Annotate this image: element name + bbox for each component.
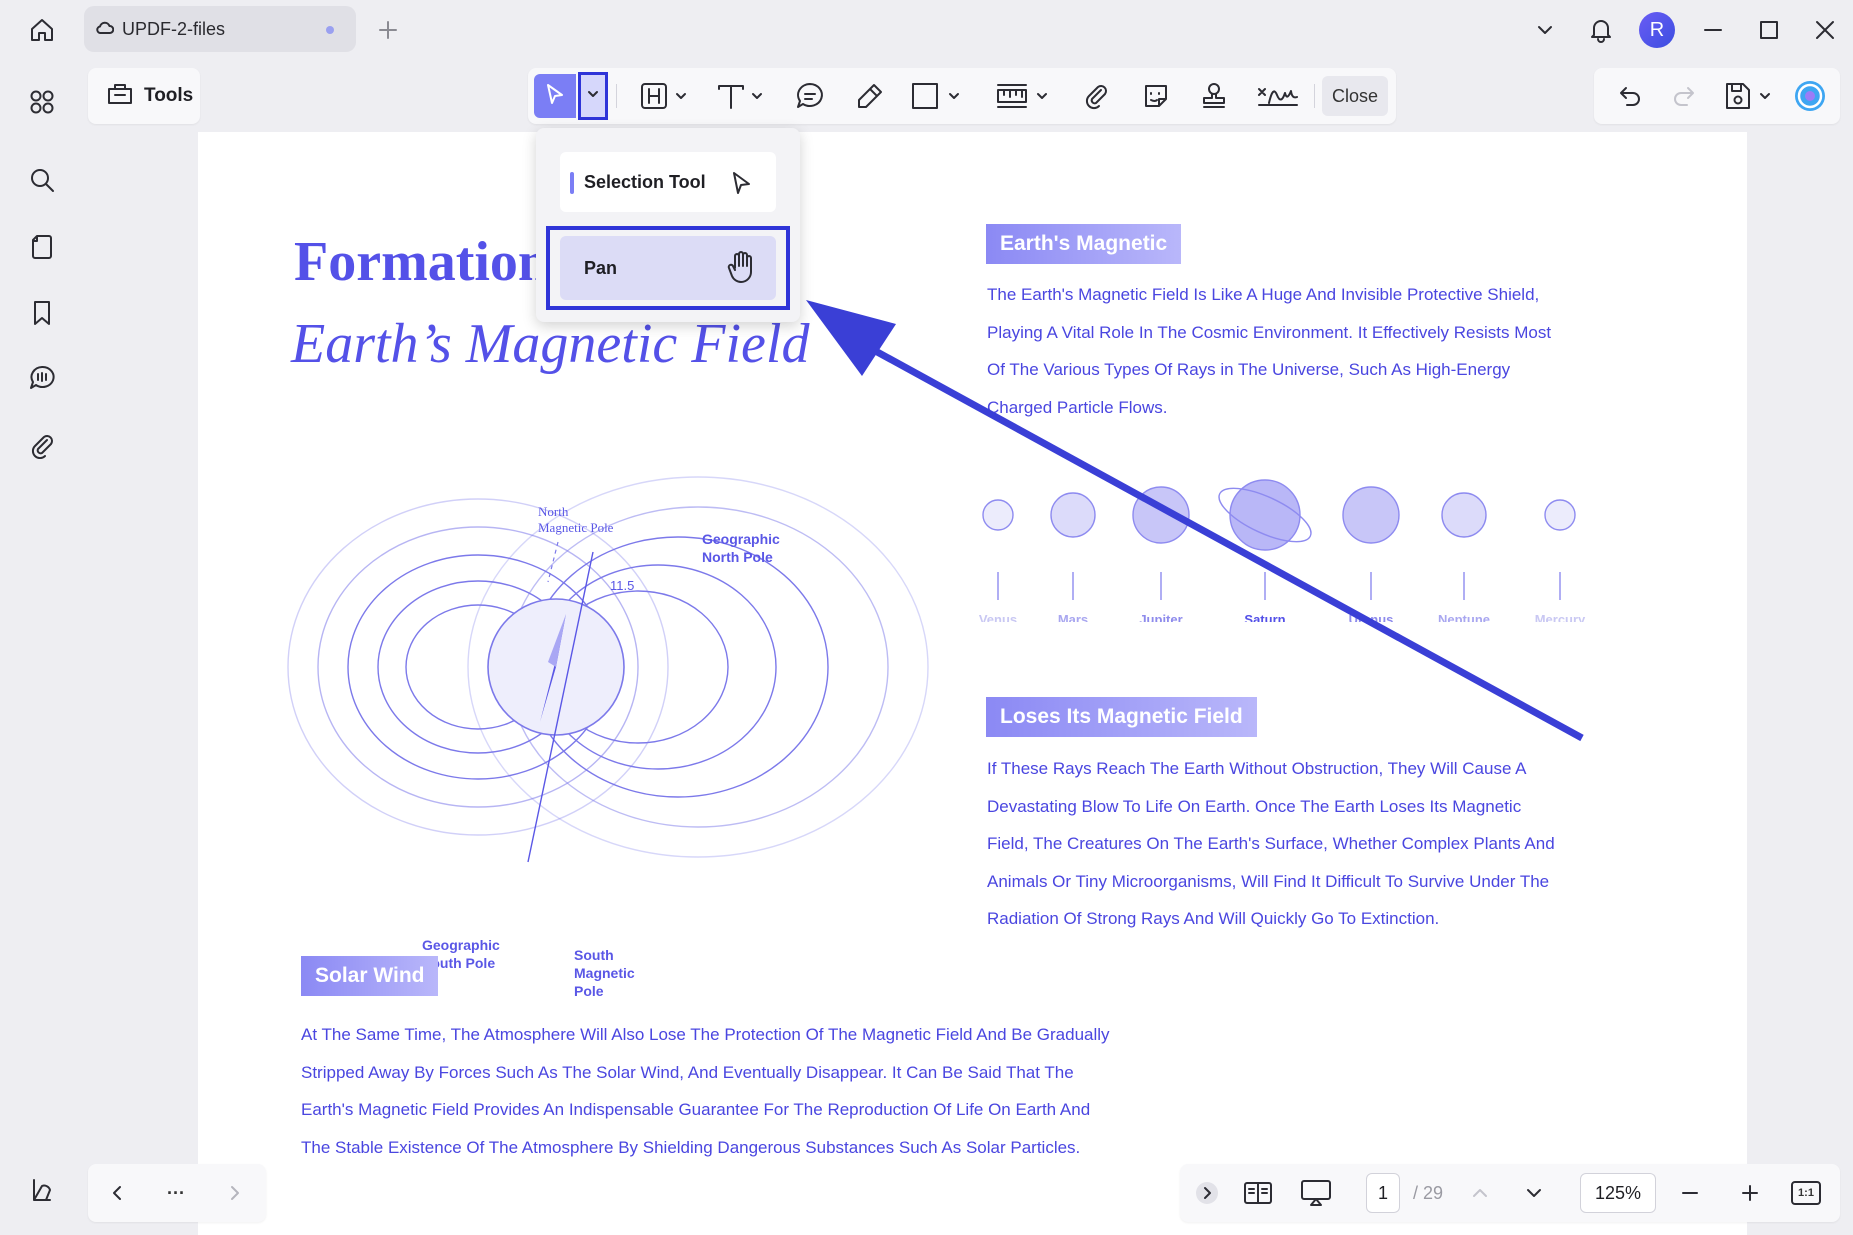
- more-options-button[interactable]: ···: [156, 1173, 196, 1213]
- right-toolbar: [1594, 68, 1840, 124]
- page-layout-icon[interactable]: [1236, 1173, 1280, 1213]
- menu-item-pan[interactable]: Pan: [560, 236, 776, 300]
- selection-tool-button[interactable]: [534, 74, 576, 118]
- cursor-arrow-icon: [728, 170, 754, 201]
- attach-tool-icon[interactable]: [1076, 76, 1116, 116]
- zoom-out-icon[interactable]: [1670, 1173, 1710, 1213]
- stamp-tool-icon[interactable]: [1194, 76, 1234, 116]
- magnetic-field-diagram: North Magnetic Pole Geographic North Pol…: [287, 476, 929, 999]
- svg-text:North Pole: North Pole: [702, 549, 773, 565]
- planet-label: Mercury: [1535, 612, 1586, 622]
- toolbox-icon: [106, 80, 134, 112]
- planet-label: Uranus: [1349, 612, 1394, 622]
- chevron-down-icon[interactable]: [1517, 0, 1573, 60]
- title-bar: UPDF-2-files R: [0, 0, 1853, 60]
- apps-grid-icon[interactable]: [22, 82, 62, 122]
- zoom-level[interactable]: 125%: [1580, 1173, 1656, 1213]
- planet-label: Saturn: [1244, 612, 1285, 622]
- sticker-tool-icon[interactable]: [1136, 76, 1176, 116]
- measure-tool-button[interactable]: [994, 76, 1054, 116]
- section-heading-solar-wind: Solar Wind: [301, 956, 439, 996]
- section-heading-loses-magnetic-field: Loses Its Magnetic Field: [986, 697, 1257, 737]
- geographic-north-pole-label: Geographic: [702, 531, 780, 547]
- selection-dropdown-menu: Selection Tool Pan: [536, 128, 800, 322]
- comments-icon[interactable]: [22, 358, 62, 398]
- hand-pan-icon: [726, 250, 756, 291]
- active-indicator: [570, 172, 574, 194]
- pencil-tool-button[interactable]: [850, 76, 890, 116]
- maximize-icon[interactable]: [1741, 0, 1797, 60]
- avatar[interactable]: R: [1639, 12, 1675, 48]
- south-magnetic-pole-label: South: [574, 947, 614, 963]
- close-button[interactable]: Close: [1322, 76, 1388, 116]
- total-pages: / 29: [1412, 1182, 1444, 1203]
- save-icon[interactable]: [1720, 76, 1780, 116]
- annotation-toolbar: Close: [528, 68, 1396, 124]
- text-tool-button[interactable]: [712, 76, 770, 116]
- document-tab[interactable]: UPDF-2-files: [84, 6, 356, 52]
- presentation-icon[interactable]: [1294, 1173, 1338, 1213]
- ai-assistant-icon[interactable]: [1790, 76, 1830, 116]
- toolbar-divider: [616, 84, 617, 108]
- unsaved-dot-icon: [326, 26, 334, 34]
- north-magnetic-pole-label: North: [538, 504, 569, 519]
- tab-title: UPDF-2-files: [122, 18, 226, 39]
- svg-text:11.5: 11.5: [610, 578, 634, 593]
- page-controls: 1 / 29 125% 1:1: [1180, 1164, 1840, 1222]
- add-tab-icon[interactable]: [372, 14, 404, 46]
- section-paragraph-earths-magnetic: The Earth's Magnetic Field Is Like A Hug…: [987, 285, 1552, 417]
- cursor-arrow-icon: [543, 82, 567, 111]
- planet-label: Neptune: [1438, 612, 1490, 622]
- bookmark-icon[interactable]: [22, 293, 62, 333]
- tools-button[interactable]: Tools: [88, 68, 200, 124]
- planets-illustration: Venus Mars Jupiter Saturn Uranus Neptune…: [979, 479, 1586, 622]
- fit-label: 1:1: [1791, 1181, 1821, 1205]
- comment-tool-button[interactable]: [790, 76, 830, 116]
- attachment-icon[interactable]: [22, 425, 62, 465]
- search-icon[interactable]: [22, 160, 62, 200]
- chevron-left-icon[interactable]: [98, 1173, 138, 1213]
- expand-arrow-icon[interactable]: [1192, 1173, 1222, 1213]
- tools-label: Tools: [144, 85, 194, 106]
- signature-tool-icon[interactable]: [1254, 76, 1302, 116]
- planet-label: Jupiter: [1139, 612, 1182, 622]
- selection-dropdown-button[interactable]: [578, 72, 608, 120]
- svg-text:Pole: Pole: [574, 983, 604, 999]
- next-page-icon[interactable]: [1514, 1173, 1554, 1213]
- planet-label: Venus: [979, 612, 1017, 622]
- chevron-down-icon: [586, 87, 600, 106]
- menu-item-selection-tool[interactable]: Selection Tool: [560, 152, 776, 212]
- svg-text:Magnetic: Magnetic: [574, 965, 635, 981]
- redo-icon[interactable]: [1664, 76, 1704, 116]
- chevron-right-icon[interactable]: [214, 1173, 254, 1213]
- section-paragraph-solar-wind: At The Same Time, The Atmosphere Will Al…: [301, 1025, 1110, 1157]
- close-window-icon[interactable]: [1797, 0, 1853, 60]
- section-paragraph-loses-magnetic-field: If These Rays Reach The Earth Without Ob…: [987, 759, 1555, 928]
- cloud-icon: [96, 19, 115, 40]
- previous-page-icon[interactable]: [1460, 1173, 1500, 1213]
- theme-icon[interactable]: [22, 1170, 62, 1210]
- sidebar-nav-controls: ···: [88, 1164, 266, 1222]
- doc-title-line1: Formation: [294, 231, 550, 293]
- current-page-input[interactable]: 1: [1366, 1173, 1400, 1213]
- actual-size-button[interactable]: 1:1: [1784, 1173, 1828, 1213]
- minimize-icon[interactable]: [1685, 0, 1741, 60]
- left-sidebar: [0, 60, 82, 1235]
- pages-icon[interactable]: [22, 227, 62, 267]
- svg-text:Magnetic Pole: Magnetic Pole: [538, 520, 614, 535]
- home-icon[interactable]: [22, 10, 62, 50]
- zoom-in-icon[interactable]: [1730, 1173, 1770, 1213]
- shape-tool-button[interactable]: [908, 76, 968, 116]
- document-page: Formation Earth’s Magnetic Field North M…: [198, 132, 1747, 1235]
- highlight-tool-button[interactable]: [636, 76, 694, 116]
- menu-item-label: Selection Tool: [584, 171, 706, 192]
- undo-icon[interactable]: [1610, 76, 1650, 116]
- geographic-south-pole-label: Geographic: [422, 937, 500, 953]
- section-heading-earths-magnetic: Earth's Magnetic: [986, 224, 1182, 264]
- bell-icon[interactable]: [1573, 0, 1629, 60]
- menu-item-label: Pan: [584, 257, 618, 278]
- toolbar-divider: [1314, 84, 1315, 108]
- planet-label: Mars: [1058, 612, 1088, 622]
